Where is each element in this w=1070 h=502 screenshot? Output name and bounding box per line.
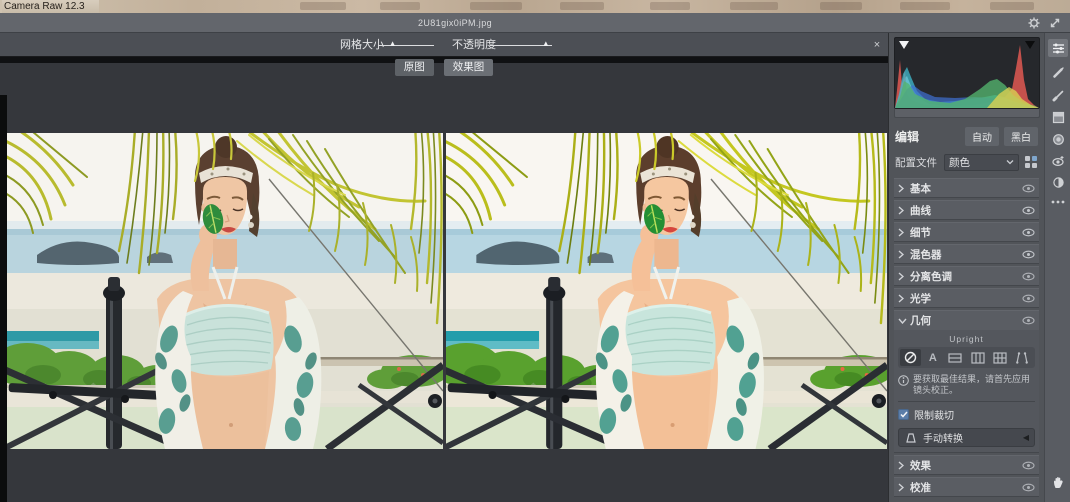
- panel-section-detail[interactable]: 细节: [894, 222, 1039, 242]
- after-photo[interactable]: [446, 133, 887, 449]
- eye-icon[interactable]: [1019, 206, 1035, 215]
- chevron-right-icon: [898, 228, 910, 237]
- section-label: 混色器: [910, 247, 1019, 262]
- before-photo[interactable]: [7, 133, 443, 449]
- chevron-down-icon: [898, 318, 910, 324]
- geometry-note-text: 要获取最佳结果，请首先应用镜头校正。: [913, 374, 1035, 396]
- histogram[interactable]: [894, 37, 1040, 109]
- chevron-right-icon: [898, 461, 910, 470]
- upright-guided-button[interactable]: [1012, 349, 1033, 366]
- section-label: 光学: [910, 291, 1019, 306]
- more-options-icon[interactable]: [1048, 193, 1068, 211]
- section-label: 校准: [910, 480, 1019, 495]
- panel-section-calibration[interactable]: 校准: [894, 477, 1039, 497]
- eye-icon[interactable]: [1019, 461, 1035, 470]
- profile-label: 配置文件: [895, 155, 937, 170]
- divider: [898, 401, 1035, 402]
- window-title: Camera Raw 12.3: [2, 0, 99, 13]
- profile-browser-icon[interactable]: [1025, 156, 1038, 169]
- profile-dropdown[interactable]: 颜色: [944, 154, 1019, 171]
- section-label: 效果: [910, 458, 1019, 473]
- camera-raw-window: Camera Raw 12.3 2U81gix0iPM.jpg: [0, 0, 1070, 502]
- image-viewer: 网格大小 ▲ 不透明度 ▲ × 原图 效果图: [0, 33, 888, 502]
- edit-tool-icon[interactable]: [1048, 39, 1068, 57]
- grid-size-slider-thumb[interactable]: ▲: [389, 39, 397, 48]
- section-label: 基本: [910, 181, 1019, 196]
- edit-panel-title: 编辑: [895, 128, 960, 145]
- upright-mode-group: A: [898, 347, 1035, 368]
- highlight-clip-indicator: [1025, 41, 1035, 49]
- tool-rail: [1044, 33, 1070, 502]
- constrain-crop-label: 限制裁切: [914, 407, 954, 422]
- grid-size-slider[interactable]: ▲: [378, 33, 434, 57]
- opacity-slider[interactable]: ▲: [490, 33, 552, 57]
- chevron-right-icon: [898, 294, 910, 303]
- manual-transform-label: 手动转换: [923, 430, 1023, 445]
- panel-section-optics[interactable]: 光学: [894, 288, 1039, 308]
- chevron-down-icon: [1006, 159, 1014, 165]
- upright-level-button[interactable]: [945, 349, 966, 366]
- section-label: 曲线: [910, 203, 1019, 218]
- adjustment-brush-tool-icon[interactable]: [1048, 86, 1068, 104]
- panel-section-mixer[interactable]: 混色器: [894, 244, 1039, 264]
- eye-icon[interactable]: [1019, 483, 1035, 492]
- hand-tool-icon[interactable]: [1048, 473, 1068, 491]
- healing-brush-tool-icon[interactable]: [1048, 63, 1068, 81]
- settings-gear-icon[interactable]: [1026, 15, 1042, 31]
- panel-section-effects[interactable]: 效果: [894, 455, 1039, 475]
- constrain-crop-row[interactable]: 限制裁切: [898, 407, 1035, 422]
- open-filename: 2U81gix0iPM.jpg: [0, 13, 910, 33]
- opacity-slider-thumb[interactable]: ▲: [542, 39, 550, 48]
- perspective-icon: [904, 432, 918, 444]
- panel-section-basic[interactable]: 基本: [894, 178, 1039, 198]
- black-white-button[interactable]: 黑白: [1004, 127, 1038, 146]
- chevron-right-icon: [898, 184, 910, 193]
- chevron-right-icon: [898, 250, 910, 259]
- window-titlebar[interactable]: Camera Raw 12.3: [0, 0, 1070, 13]
- geometry-panel-body: Upright A: [894, 330, 1039, 453]
- collapse-left-icon[interactable]: ◀: [1023, 433, 1029, 442]
- section-label: 细节: [910, 225, 1019, 240]
- auto-button[interactable]: 自动: [965, 127, 999, 146]
- eye-icon[interactable]: [1019, 316, 1035, 325]
- preview-mode-buttons: 原图 效果图: [0, 57, 888, 81]
- eye-icon[interactable]: [1019, 272, 1035, 281]
- section-label: 几何: [910, 313, 1019, 328]
- panel-section-curve[interactable]: 曲线: [894, 200, 1039, 220]
- upright-full-button[interactable]: [990, 349, 1011, 366]
- graduated-filter-tool-icon[interactable]: [1048, 108, 1068, 126]
- constrain-crop-checkbox[interactable]: [898, 409, 909, 420]
- chevron-right-icon: [898, 206, 910, 215]
- upright-label: Upright: [898, 334, 1035, 344]
- radial-filter-tool-icon[interactable]: [1048, 130, 1068, 148]
- info-icon: [898, 375, 909, 386]
- red-eye-tool-icon[interactable]: [1048, 152, 1068, 170]
- after-view-button[interactable]: 效果图: [444, 59, 494, 76]
- eye-icon[interactable]: [1019, 250, 1035, 259]
- fullscreen-toggle-icon[interactable]: [1047, 15, 1063, 31]
- panel-section-geometry[interactable]: 几何: [894, 310, 1039, 330]
- chevron-right-icon: [898, 483, 910, 492]
- section-label: 分离色调: [910, 269, 1019, 284]
- upright-off-button[interactable]: [900, 349, 921, 366]
- shadow-clip-indicator: [899, 41, 909, 49]
- top-bar: 2U81gix0iPM.jpg: [0, 13, 1070, 33]
- snapshots-tool-icon[interactable]: [1048, 173, 1068, 191]
- profile-value: 颜色: [949, 155, 1006, 170]
- eye-icon[interactable]: [1019, 184, 1035, 193]
- manual-transform-row[interactable]: 手动转换 ◀: [898, 428, 1035, 447]
- preview-toolbar: 网格大小 ▲ 不透明度 ▲ ×: [0, 33, 888, 57]
- eye-icon[interactable]: [1019, 228, 1035, 237]
- panel-section-split-toning[interactable]: 分离色调: [894, 266, 1039, 286]
- chevron-right-icon: [898, 272, 910, 281]
- edit-panel: 编辑 自动 黑白 配置文件 颜色 基本 曲线: [888, 33, 1044, 502]
- histogram-info-strip: [894, 109, 1040, 118]
- viewer-left-edge: [0, 95, 7, 502]
- eye-icon[interactable]: [1019, 294, 1035, 303]
- upright-vertical-button[interactable]: [967, 349, 988, 366]
- before-view-button[interactable]: 原图: [395, 59, 434, 76]
- close-toolbar-button[interactable]: ×: [870, 33, 884, 57]
- upright-auto-button[interactable]: A: [922, 349, 943, 366]
